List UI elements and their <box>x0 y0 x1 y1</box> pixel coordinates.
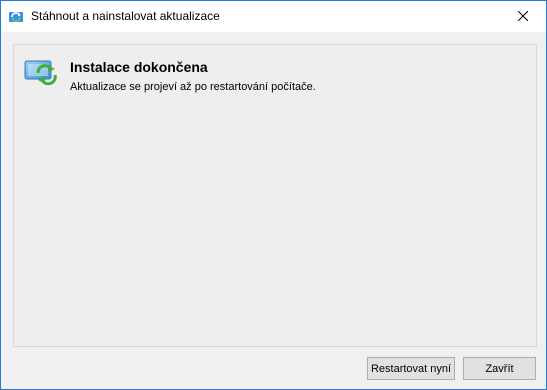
status-message: Aktualizace se projeví až po restartován… <box>70 81 316 93</box>
update-complete-icon <box>24 59 58 86</box>
close-dialog-button[interactable]: Zavřít <box>463 357 536 380</box>
close-button[interactable] <box>500 1 546 32</box>
restart-now-button[interactable]: Restartovat nyní <box>367 357 455 380</box>
windows-update-icon <box>8 9 24 25</box>
status-heading: Instalace dokončena <box>70 59 208 75</box>
window-title: Stáhnout a nainstalovat aktualizace <box>31 9 220 23</box>
close-icon <box>517 8 529 26</box>
update-dialog-window: Stáhnout a nainstalovat aktualizace Inst… <box>0 0 547 390</box>
status-panel: Instalace dokončena Aktualizace se proje… <box>13 44 537 347</box>
title-bar[interactable]: Stáhnout a nainstalovat aktualizace <box>1 1 546 32</box>
